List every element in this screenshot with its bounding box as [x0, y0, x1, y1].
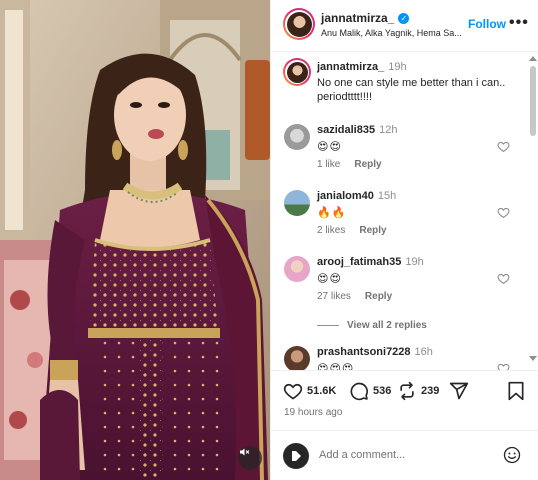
- reply-button[interactable]: Reply: [359, 225, 386, 236]
- view-replies-label: View all 2 replies: [347, 320, 427, 331]
- comment-username[interactable]: arooj_fatimah35: [317, 256, 401, 268]
- caption-time: 19h: [388, 61, 407, 73]
- caption-header: jannatmirza_ 19h: [317, 61, 407, 73]
- mute-icon: [240, 448, 250, 456]
- comment-time: 19h: [405, 256, 424, 268]
- comment-meta: 2 likes Reply: [317, 225, 387, 236]
- comment-text: 🔥🔥: [317, 207, 347, 219]
- comment-header: janialom40 15h: [317, 190, 396, 202]
- audio-credit[interactable]: Anu Malik, Alka Yagnik, Hema Sa...: [321, 28, 469, 38]
- post-header: jannatmirza_ ✓ Anu Malik, Alka Yagnik, H…: [271, 0, 538, 52]
- comment-button[interactable]: 536: [349, 381, 391, 401]
- post-detail-panel: jannatmirza_ ✓ Anu Malik, Alka Yagnik, H…: [270, 0, 538, 480]
- comment-count: 536: [373, 385, 392, 397]
- comment-heart-icon[interactable]: [497, 206, 510, 219]
- add-comment-bar: [271, 430, 538, 480]
- comment-input[interactable]: [319, 445, 489, 465]
- commenter-avatar[interactable]: [284, 190, 310, 216]
- comment-header: sazidali835 12h: [317, 124, 397, 136]
- comment-heart-icon[interactable]: [497, 140, 510, 153]
- comment-likes[interactable]: 27 likes: [317, 291, 351, 302]
- comments-scrollbar[interactable]: [529, 52, 537, 370]
- repost-count: 239: [421, 385, 440, 397]
- comment-text: 😍😍😍: [317, 363, 355, 370]
- caption-text: No one can style me better than i can.. …: [317, 77, 506, 103]
- caption: jannatmirza_ 19h No one can style me bett…: [271, 58, 529, 106]
- comment-time: 12h: [379, 124, 398, 136]
- scroll-up-arrow[interactable]: [529, 56, 537, 61]
- comment-header: prashantsoni7228 16h: [317, 346, 433, 358]
- repost-icon: [400, 381, 414, 401]
- share-button[interactable]: [449, 381, 469, 401]
- comment-meta: 1 like Reply: [317, 159, 382, 170]
- heart-icon: [283, 383, 303, 400]
- mute-button[interactable]: [238, 446, 262, 470]
- comment-heart-icon[interactable]: [497, 272, 510, 285]
- comment-time: 15h: [377, 190, 397, 202]
- replies-divider: [317, 325, 339, 326]
- current-user-logo-icon: [292, 451, 301, 461]
- author-username[interactable]: jannatmirza_: [321, 11, 394, 25]
- current-user-avatar[interactable]: [283, 443, 309, 469]
- like-button[interactable]: 51.6K: [283, 381, 336, 401]
- share-icon: [449, 382, 469, 400]
- comment-item: janialom40 15h 🔥🔥 2 likes Reply: [271, 188, 529, 243]
- comment-likes[interactable]: 2 likes: [317, 225, 345, 236]
- reply-button[interactable]: Reply: [354, 159, 381, 170]
- scroll-down-arrow[interactable]: [529, 356, 537, 361]
- reel-video[interactable]: [0, 0, 270, 480]
- view-replies-button[interactable]: View all 2 replies: [317, 320, 427, 331]
- repost-button[interactable]: 239: [397, 381, 439, 401]
- reply-button[interactable]: Reply: [365, 291, 392, 302]
- comment-username[interactable]: janialom40: [317, 190, 374, 202]
- comment-header: arooj_fatimah35 19h: [317, 256, 424, 268]
- comment-time: 16h: [414, 346, 433, 358]
- comment-text: 😍😍: [317, 141, 342, 153]
- more-icon[interactable]: •••: [509, 14, 529, 32]
- author-username-row: jannatmirza_ ✓: [321, 11, 410, 25]
- comments-list[interactable]: jannatmirza_ 19h No one can style me bett…: [271, 52, 538, 370]
- comment-username[interactable]: sazidali835: [317, 124, 375, 136]
- caption-avatar[interactable]: [283, 58, 311, 86]
- post-actions: 51.6K 536 239 19 hours ago: [271, 370, 538, 430]
- emoji-icon[interactable]: [503, 446, 521, 464]
- comment-text: 😍😍: [317, 273, 342, 285]
- comment-heart-icon[interactable]: [497, 362, 510, 370]
- reel-frame-illustration: [0, 0, 270, 480]
- like-count: 51.6K: [307, 385, 337, 397]
- commenter-avatar[interactable]: [284, 346, 310, 370]
- comment-item: arooj_fatimah35 19h 😍😍 27 likes Reply Vie…: [271, 254, 529, 334]
- bookmark-icon: [508, 381, 524, 401]
- comment-username[interactable]: prashantsoni7228: [317, 346, 411, 358]
- comment-likes[interactable]: 1 like: [317, 159, 340, 170]
- post-timestamp: 19 hours ago: [284, 407, 343, 418]
- comment-icon: [350, 382, 369, 401]
- commenter-avatar[interactable]: [284, 124, 310, 150]
- scroll-thumb[interactable]: [530, 66, 536, 136]
- author-avatar[interactable]: [283, 8, 315, 40]
- commenter-avatar[interactable]: [284, 256, 310, 282]
- follow-button[interactable]: Follow: [468, 17, 506, 31]
- bookmark-button[interactable]: [507, 381, 525, 401]
- comment-item: sazidali835 12h 😍😍 1 like Reply: [271, 122, 529, 177]
- comment-item: prashantsoni7228 16h 😍😍😍: [271, 344, 529, 370]
- caption-username[interactable]: jannatmirza_: [317, 61, 384, 73]
- comment-meta: 27 likes Reply: [317, 291, 392, 302]
- verified-icon: ✓: [398, 12, 410, 24]
